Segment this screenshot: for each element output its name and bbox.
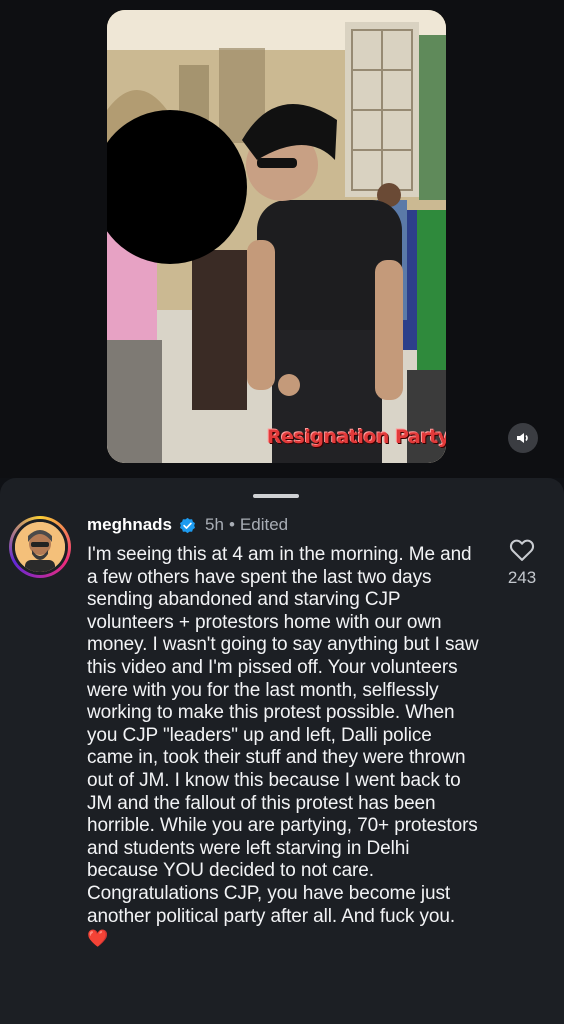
separator-dot: • <box>228 515 235 534</box>
like-count: 243 <box>507 568 537 587</box>
caption-text: Resignation Party <box>267 426 446 448</box>
avatar-image <box>15 522 65 572</box>
video-player[interactable]: Resignation Party <box>107 10 446 463</box>
comment-text-block: I'm seeing this at 4 am in the morning. … <box>87 544 479 951</box>
verified-badge-icon <box>180 517 196 533</box>
red-heart-icon: ❤️ <box>87 929 109 949</box>
avatar[interactable] <box>9 516 71 578</box>
username-link[interactable]: meghnads <box>87 514 172 536</box>
reel-comments-screen: Resignation Party meghnads 5h • Edited I… <box>0 0 564 1024</box>
edited-label: Edited <box>239 515 289 534</box>
comment-text: I'm seeing this at 4 am in the morning. … <box>87 544 479 927</box>
heart-outline-icon[interactable] <box>508 536 536 564</box>
speaker-icon <box>517 433 528 443</box>
video-frame <box>107 10 446 463</box>
comment-time: 5h <box>205 515 224 534</box>
video-caption: Resignation Party <box>267 420 446 450</box>
drag-handle[interactable] <box>253 494 299 498</box>
comments-sheet: meghnads 5h • Edited I'm seeing this at … <box>0 478 564 1024</box>
media-area: Resignation Party <box>0 0 564 478</box>
comment-header: meghnads 5h • Edited <box>87 514 288 536</box>
mute-toggle-button[interactable] <box>508 423 538 453</box>
